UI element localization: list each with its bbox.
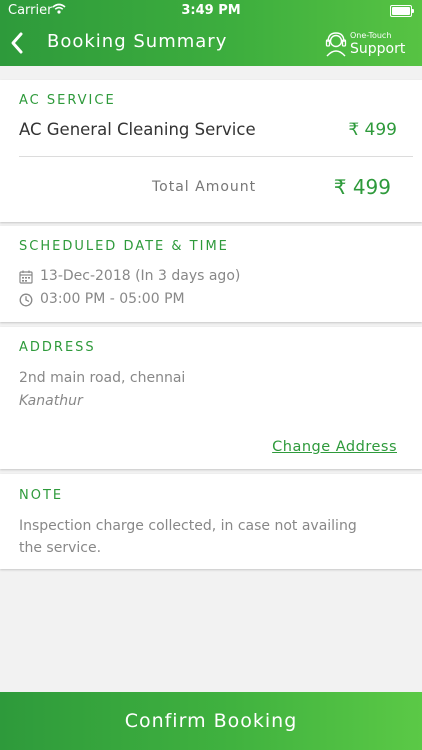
total-label: Total Amount <box>152 179 257 195</box>
section-label-address: ADDRESS <box>19 340 96 355</box>
total-value: ₹ 499 <box>333 175 391 199</box>
schedule-date: 13-Dec-2018 (In 3 days ago) <box>40 268 241 284</box>
support-label: Support <box>350 41 406 57</box>
top-bar: Carrier 3:49 PM Booking Summary One-Touc… <box>0 0 422 66</box>
service-price: ₹ 499 <box>348 120 397 140</box>
status-bar: Carrier 3:49 PM <box>0 0 422 22</box>
section-label-service: AC SERVICE <box>19 93 116 108</box>
change-address-link[interactable]: Change Address <box>272 439 397 455</box>
divider <box>19 156 413 157</box>
note-line2: the service. <box>19 540 102 556</box>
note-card: NOTE Inspection charge collected, in cas… <box>0 474 422 569</box>
clock-icon <box>19 292 33 311</box>
note-line1: Inspection charge collected, in case not… <box>19 518 357 534</box>
support-button[interactable]: One-Touch Support <box>324 30 405 61</box>
address-card: ADDRESS 2nd main road, chennai Kanathur … <box>0 327 422 469</box>
status-time: 3:49 PM <box>181 3 241 18</box>
headset-icon <box>324 31 348 61</box>
back-button[interactable] <box>6 28 30 58</box>
calendar-icon <box>19 269 33 288</box>
address-line1: 2nd main road, chennai <box>19 370 186 386</box>
support-small-label: One-Touch <box>350 31 392 40</box>
service-card: AC SERVICE AC General Cleaning Service ₹… <box>0 80 422 222</box>
section-label-note: NOTE <box>19 488 64 503</box>
chevron-left-icon <box>11 32 23 54</box>
schedule-time: 03:00 PM - 05:00 PM <box>40 291 185 307</box>
battery-icon <box>390 5 414 17</box>
address-line2: Kanathur <box>19 393 83 409</box>
service-name: AC General Cleaning Service <box>19 120 256 139</box>
section-label-schedule: SCHEDULED DATE & TIME <box>19 239 229 254</box>
confirm-booking-button[interactable]: Confirm Booking <box>0 692 422 750</box>
page-title: Booking Summary <box>47 31 228 52</box>
schedule-card: SCHEDULED DATE & TIME 13-Dec-2018 (In 3 … <box>0 226 422 322</box>
